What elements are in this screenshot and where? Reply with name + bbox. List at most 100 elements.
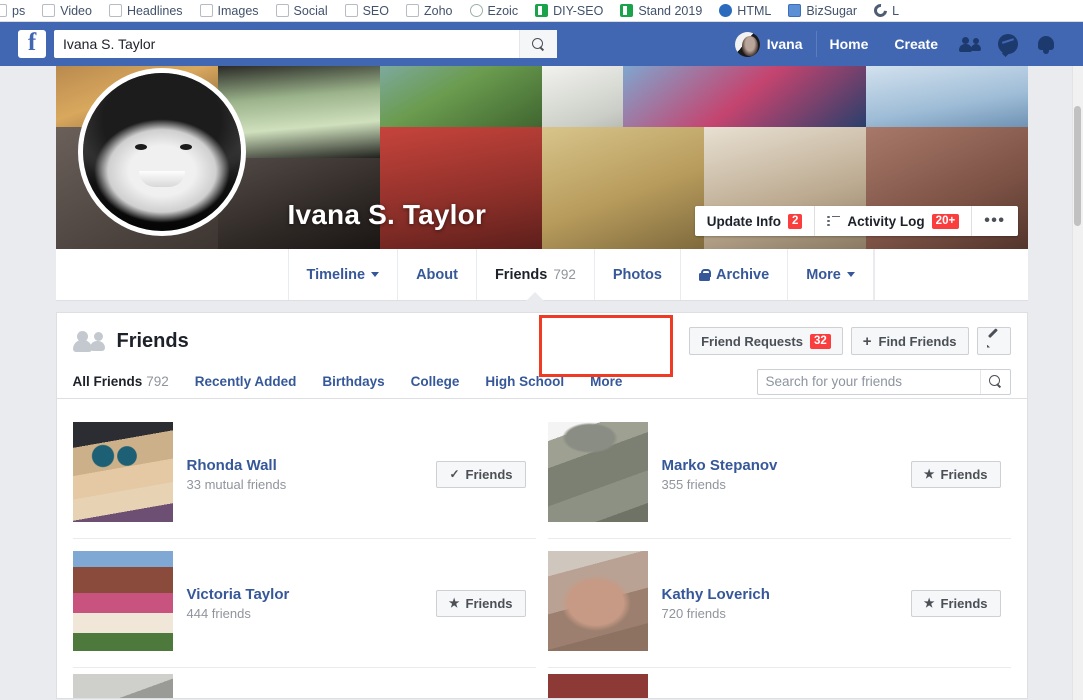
list-item[interactable]: Marko Stepanov 355 friends ★ Friends [547, 410, 1011, 539]
bookmark-label: Video [60, 3, 92, 18]
list-item[interactable]: Kathy Loverich 720 friends ★ Friends [547, 539, 1011, 668]
subnav-recently-added[interactable]: Recently Added [195, 374, 297, 389]
friend-thumbnail[interactable] [72, 551, 173, 651]
friend-status-button[interactable]: ✓ Friends [436, 460, 526, 488]
bookmark-item[interactable]: SEO [344, 4, 389, 18]
friend-requests-button[interactable]: Friend Requests 32 [689, 327, 843, 355]
blue-circle-icon [719, 4, 733, 17]
friend-status-button[interactable]: ★ Friends [910, 589, 1001, 617]
tab-label: About [416, 266, 458, 283]
friend-name-link[interactable]: Rhonda Wall [187, 456, 437, 476]
subnav-more[interactable]: More [590, 374, 622, 389]
friend-thumbnail[interactable] [547, 422, 648, 522]
chevron-down-icon [846, 272, 855, 277]
bookmark-label: DIY-SEO [553, 3, 604, 18]
friend-status-label: Friends [940, 595, 988, 611]
messenger-icon [998, 34, 1018, 54]
friends-search-box[interactable] [756, 368, 1011, 395]
friend-status-button[interactable]: ★ Friends [910, 460, 1001, 488]
friend-name-link[interactable]: Victoria Taylor [187, 585, 436, 605]
bookmark-item[interactable]: Ezoic [469, 3, 519, 18]
subnav-all-friends[interactable]: All Friends 792 [73, 374, 169, 396]
bookmark-item[interactable]: BizSugar [788, 4, 857, 18]
tab-friends[interactable]: Friends 792 [477, 249, 595, 301]
friend-thumbnail[interactable] [547, 551, 648, 651]
scrollbar-thumb[interactable] [1074, 106, 1081, 226]
list-item[interactable] [72, 668, 536, 698]
friend-thumbnail[interactable] [72, 674, 173, 698]
bookmark-item[interactable]: ps [0, 4, 25, 18]
bookmark-item[interactable]: Images [199, 4, 259, 18]
bookmark-item[interactable]: DIY-SEO [535, 4, 603, 18]
bookmark-item[interactable]: L [871, 1, 899, 20]
search-submit-button[interactable] [519, 30, 557, 58]
navbar-profile-link[interactable]: Ivana [734, 31, 817, 57]
facebook-logo-icon[interactable]: f [18, 30, 46, 58]
friend-name-link[interactable]: Marko Stepanov [662, 456, 911, 476]
friend-thumbnail[interactable] [72, 422, 173, 522]
cover-action-buttons: Update Info 2 Activity Log 20+ ••• [694, 206, 1018, 236]
friend-status-button[interactable]: ★ Friends [435, 589, 526, 617]
tab-label: Archive [715, 266, 770, 283]
bookmark-item[interactable]: Social [275, 4, 328, 18]
tab-label: Friends [494, 266, 548, 283]
messenger-button[interactable] [989, 29, 1027, 59]
friend-status-label: Friends [940, 466, 988, 482]
profile-picture-detail [179, 144, 192, 151]
bookmark-label: Headlines [126, 3, 183, 18]
tab-photos[interactable]: Photos [595, 249, 681, 300]
global-search-box[interactable] [54, 30, 557, 58]
profile-picture-image [82, 73, 241, 231]
subnav-count: 792 [146, 374, 169, 389]
navbar-home-link[interactable]: Home [817, 36, 882, 52]
bookmark-item[interactable]: Stand 2019 [620, 4, 702, 18]
bookmark-item[interactable]: HTML [719, 4, 771, 18]
folder-icon [0, 4, 7, 17]
bookmark-label: Ezoic [487, 3, 519, 18]
tab-timeline[interactable]: Timeline [287, 249, 399, 300]
green-doc-icon [620, 4, 634, 17]
cover-photo[interactable]: Ivana S. Taylor Update Info 2 Activity L… [55, 66, 1028, 249]
friends-search-submit[interactable] [979, 369, 1010, 394]
friend-info: Kathy Loverich 720 friends ★ Friends [648, 551, 1011, 655]
activity-log-button[interactable]: Activity Log 20+ [815, 206, 973, 236]
friends-search-input[interactable] [757, 374, 980, 389]
subnav-high-school[interactable]: High School [485, 374, 564, 389]
edit-friends-button[interactable] [976, 327, 1011, 355]
list-item[interactable] [547, 668, 1011, 698]
list-item[interactable]: Victoria Taylor 444 friends ★ Friends [72, 539, 536, 668]
bookmark-item[interactable]: Video [42, 4, 92, 18]
friend-info: Victoria Taylor 444 friends ★ Friends [173, 551, 536, 655]
friend-text: Marko Stepanov 355 friends [662, 456, 911, 492]
friend-thumbnail[interactable] [547, 674, 648, 698]
find-friends-button[interactable]: + Find Friends [850, 327, 969, 355]
update-info-button[interactable]: Update Info 2 [694, 206, 816, 236]
cover-more-options-button[interactable]: ••• [972, 206, 1018, 236]
bookmark-item[interactable]: Headlines [108, 3, 183, 18]
friend-name-link[interactable]: Kathy Loverich [662, 585, 911, 605]
subnav-birthdays[interactable]: Birthdays [322, 374, 384, 389]
notifications-button[interactable] [1027, 29, 1065, 59]
page-scrollbar[interactable] [1072, 66, 1083, 700]
friend-meta: 444 friends [186, 606, 251, 621]
tab-about[interactable]: About [398, 249, 477, 300]
subnav-college[interactable]: College [411, 374, 460, 389]
green-doc-icon [535, 4, 549, 17]
friends-header-actions: Friend Requests 32 + Find Friends [689, 327, 1011, 355]
tab-more[interactable]: More [788, 249, 874, 300]
profile-picture[interactable] [77, 68, 246, 236]
navbar-create-link[interactable]: Create [881, 36, 951, 52]
search-input[interactable] [54, 36, 519, 52]
tab-label: More [806, 266, 841, 283]
bookmark-item[interactable]: Zoho [406, 4, 453, 18]
list-item[interactable]: Rhonda Wall 33 mutual friends ✓ Friends [72, 410, 536, 539]
tab-archive[interactable]: Archive [681, 249, 789, 300]
profile-picture-detail [134, 144, 147, 151]
find-friends-label: Find Friends [878, 333, 957, 349]
bookmark-label: Zoho [424, 3, 453, 18]
friend-requests-button[interactable] [951, 29, 989, 59]
folder-icon [406, 4, 419, 17]
profile-display-name: Ivana S. Taylor [287, 199, 487, 230]
folder-icon [108, 4, 122, 17]
friend-meta: 720 friends [661, 606, 726, 621]
